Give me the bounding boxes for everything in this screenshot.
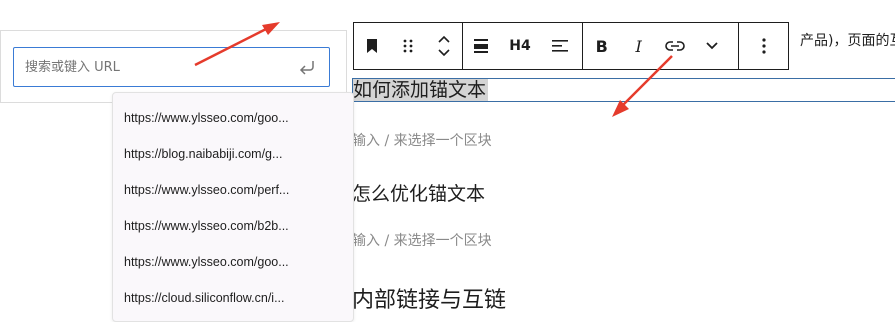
- drag-handle-icon[interactable]: [390, 23, 426, 69]
- toolbar-group-format: B I: [583, 23, 739, 69]
- heading-block[interactable]: 内部链接与互链: [352, 282, 506, 314]
- toolbar-group-block: [354, 23, 463, 69]
- link-suggestions-list: https://www.ylsseo.com/goo... https://bl…: [112, 92, 354, 322]
- move-up-down-icon[interactable]: [426, 23, 462, 69]
- suggestion-item[interactable]: https://www.ylsseo.com/b2b...: [124, 216, 324, 236]
- suggestion-item[interactable]: https://www.ylsseo.com/goo...: [124, 252, 324, 272]
- more-formats-chevron-down-icon[interactable]: [693, 23, 731, 69]
- paragraph-text[interactable]: 产品)，页面的互: [800, 30, 895, 50]
- more-options-icon[interactable]: [739, 23, 788, 69]
- heading-block[interactable]: 怎么优化锚文本: [352, 179, 485, 206]
- bold-icon[interactable]: B: [583, 23, 621, 69]
- block-toolbar: H4 B I: [353, 22, 789, 70]
- selected-heading-block[interactable]: 如何添加锚文本: [352, 78, 895, 102]
- italic-icon[interactable]: I: [621, 23, 657, 69]
- toolbar-group-heading: H4: [463, 23, 583, 69]
- empty-block-placeholder[interactable]: 输入 / 来选择一个区块: [352, 230, 492, 250]
- suggestion-item[interactable]: https://www.ylsseo.com/goo...: [124, 108, 324, 128]
- suggestion-item[interactable]: https://cloud.siliconflow.cn/i...: [124, 288, 324, 308]
- empty-block-placeholder[interactable]: 输入 / 来选择一个区块: [352, 130, 492, 150]
- link-icon[interactable]: [657, 23, 693, 69]
- enter-return-icon[interactable]: [299, 59, 317, 75]
- toolbar-group-options: [739, 23, 788, 69]
- text-align-icon[interactable]: [541, 23, 579, 69]
- bookmark-icon[interactable]: [354, 23, 390, 69]
- suggestion-item[interactable]: https://www.ylsseo.com/perf...: [124, 180, 324, 200]
- url-search-input[interactable]: [13, 47, 330, 87]
- heading-level-label: H4: [509, 38, 531, 54]
- heading-selected-text: 如何添加锚文本: [353, 79, 489, 101]
- heading-level-button[interactable]: H4: [499, 23, 541, 69]
- suggestion-item[interactable]: https://blog.naibabiji.com/g...: [124, 144, 324, 164]
- align-block-icon[interactable]: [463, 23, 499, 69]
